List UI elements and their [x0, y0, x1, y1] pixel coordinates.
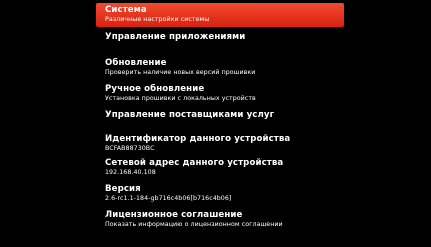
menu-item-device-id[interactable]: Идентификатор данного устройства BCFAB88… [96, 134, 344, 156]
menu-item-subtitle: Установка прошивки с локальных устройств [105, 95, 256, 102]
menu-item-version[interactable]: Версия 2.6-rc1.1-184-gb716c4b06[b716c4b0… [96, 184, 344, 206]
menu-item-subtitle: Проверить наличие новых версий прошивки [105, 69, 256, 76]
menu-item-update[interactable]: Обновление Проверить наличие новых верси… [96, 58, 344, 80]
menu-item-network-address[interactable]: Сетевой адрес данного устройства 192.168… [96, 158, 344, 180]
menu-item-app-management[interactable]: Управление приложениями [96, 32, 344, 46]
network-address-value: 192.168.40.108 [105, 169, 156, 176]
menu-item-title: Ручное обновление [105, 84, 205, 94]
menu-item-title: Управление приложениями [105, 32, 246, 42]
menu-item-subtitle: Различные настройки системы [105, 16, 210, 23]
menu-item-title: Версия [105, 184, 141, 194]
menu-item-title: Управление поставщиками услуг [105, 110, 275, 120]
menu-item-license-agreement[interactable]: Лицензионное соглашение Показать информа… [96, 210, 344, 232]
menu-item-manual-update[interactable]: Ручное обновление Установка прошивки с л… [96, 84, 344, 106]
menu-item-title: Сетевой адрес данного устройства [105, 158, 284, 168]
menu-item-title: Идентификатор данного устройства [105, 134, 291, 144]
menu-item-title: Лицензионное соглашение [105, 210, 243, 220]
tv-settings-screen: Система Различные настройки системы Упра… [0, 0, 431, 247]
menu-item-title: Обновление [105, 58, 167, 68]
menu-item-service-providers[interactable]: Управление поставщиками услуг [96, 110, 344, 124]
version-value: 2.6-rc1.1-184-gb716c4b06[b716c4b06] [105, 195, 232, 202]
menu-item-title: Система [105, 5, 147, 15]
device-id-value: BCFAB88730BC [105, 145, 155, 152]
menu-item-system[interactable]: Система Различные настройки системы [96, 3, 344, 27]
menu-item-subtitle: Показать информацию о лицензионном согла… [105, 221, 283, 228]
